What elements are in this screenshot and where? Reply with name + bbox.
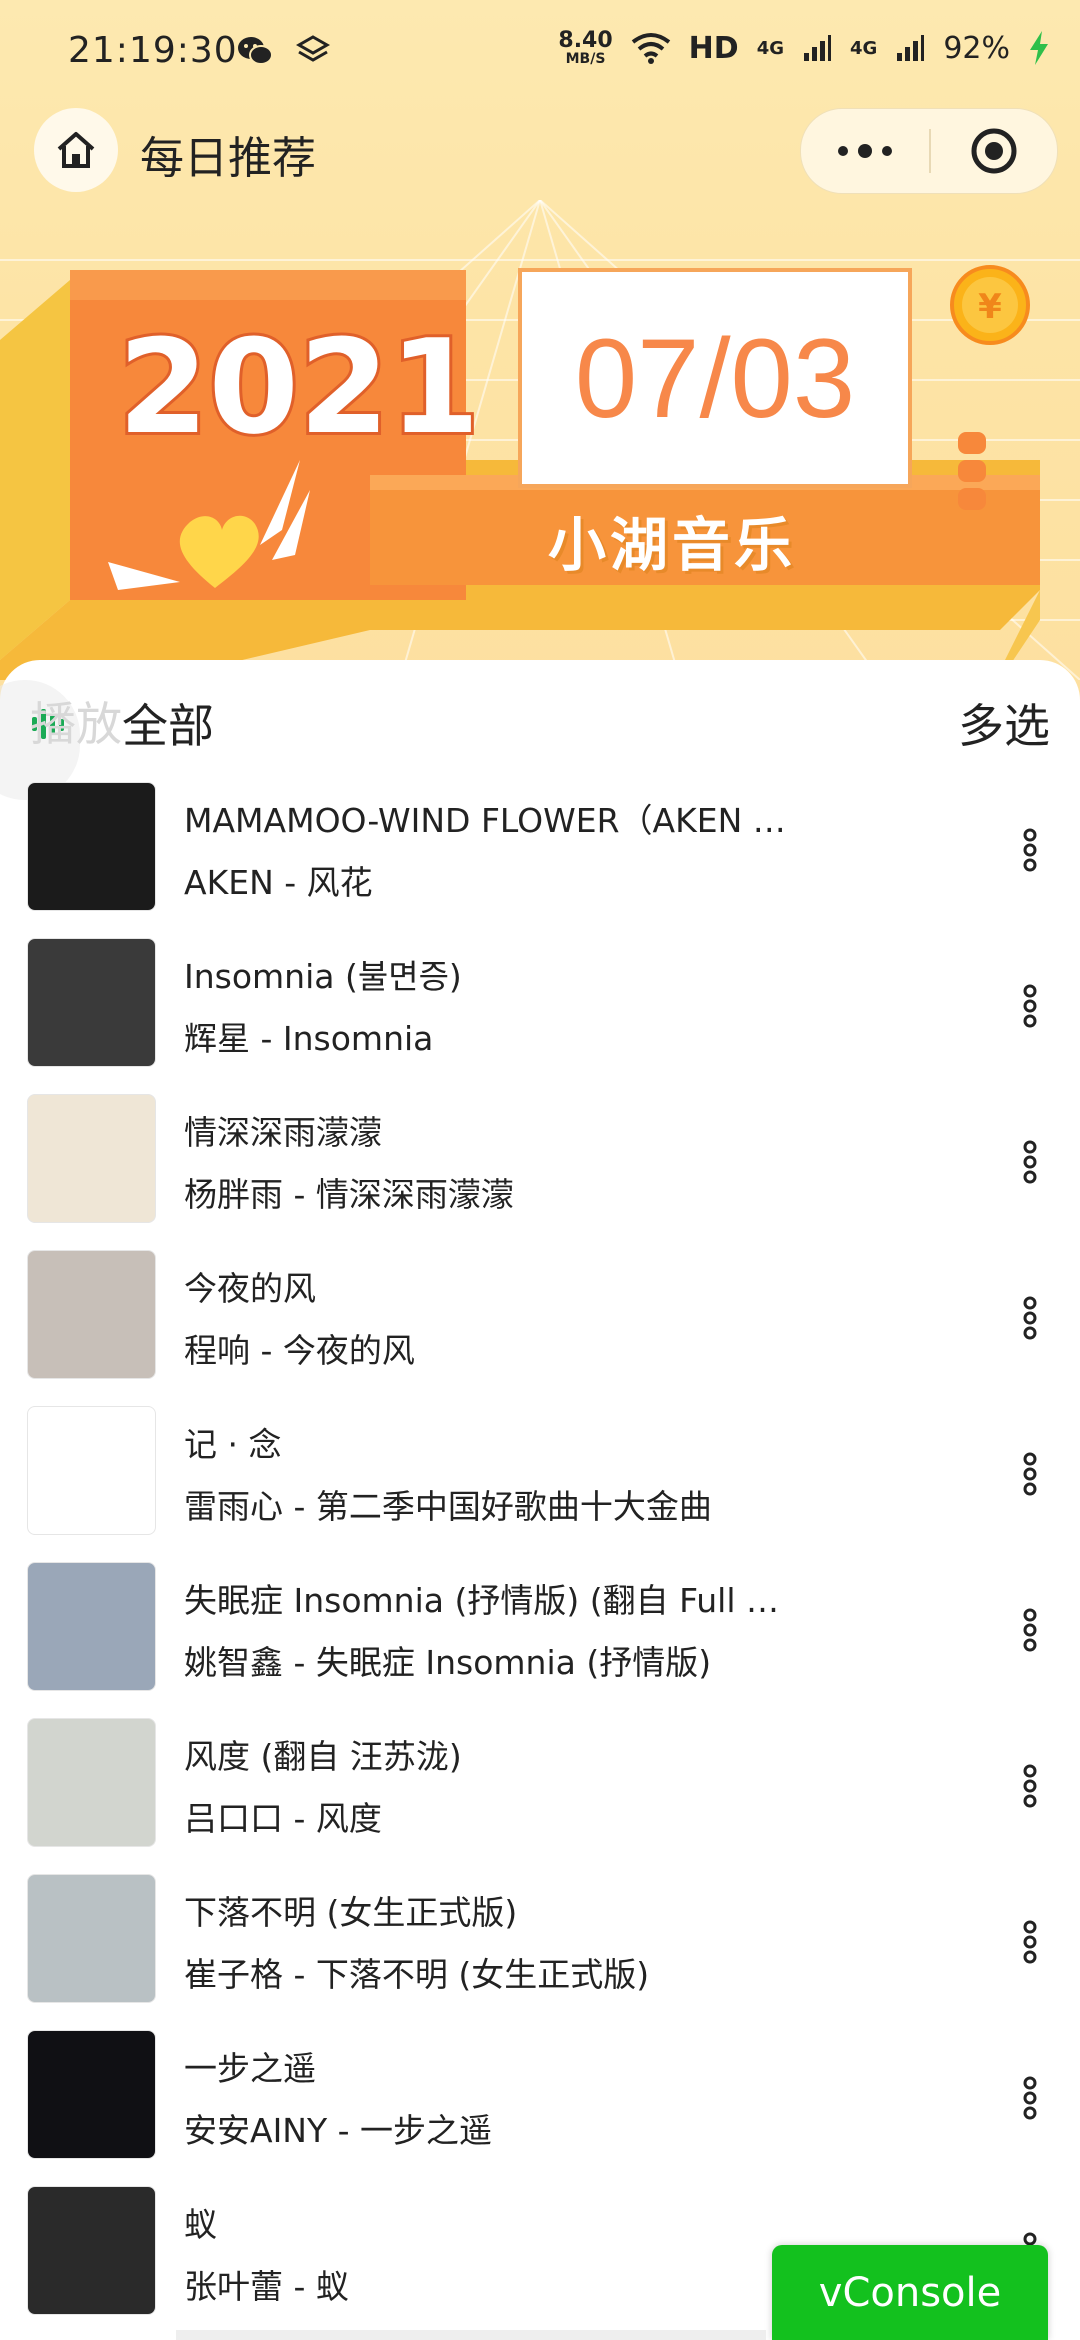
more-dots-icon <box>838 144 892 158</box>
battery-level: 92% <box>943 30 1010 66</box>
song-artist-album: 吕口口 - 风度 <box>184 1799 382 1838</box>
song-item[interactable]: 情深深雨濛濛杨胖雨 - 情深深雨濛濛 <box>0 1084 1080 1240</box>
album-cover <box>27 938 156 1067</box>
song-title: 记 · 念 <box>184 1425 282 1464</box>
song-list-panel: 播放 全部 多选 MAMAMOO-WIND FLOWER（AKEN … AKEN … <box>0 660 1080 2340</box>
song-more-button[interactable] <box>1000 966 1060 1046</box>
song-title: 下落不明 (女生正式版) <box>184 1893 518 1932</box>
album-cover <box>27 1874 156 2003</box>
list-toolbar: 播放 全部 多选 <box>0 680 1080 800</box>
song-artist-album: AKEN - 风花 <box>184 863 373 902</box>
song-list: MAMAMOO-WIND FLOWER（AKEN … AKEN - 风花 Insom… <box>0 772 1080 2332</box>
vertical-dots-icon <box>1023 1452 1037 1496</box>
song-title: 失眠症 Insomnia (抒情版) (翻自 Full … <box>184 1581 779 1620</box>
song-artist-album: 辉星 - Insomnia <box>184 1019 434 1058</box>
bottom-indicator-strip <box>176 2330 766 2340</box>
song-item[interactable]: 记 · 念雷雨心 - 第二季中国好歌曲十大金曲 <box>0 1396 1080 1552</box>
vertical-dots-icon <box>1023 984 1037 1028</box>
song-more-button[interactable] <box>1000 1122 1060 1202</box>
vertical-dots-icon <box>1023 1764 1037 1808</box>
song-more-button[interactable] <box>1000 810 1060 890</box>
status-bar: 21:19:30 8.40 MB/S HD 4G 4G 92% <box>0 0 1080 100</box>
song-more-button[interactable] <box>1000 1278 1060 1358</box>
song-item[interactable]: 风度 (翻自 汪苏泷) 吕口口 - 风度 <box>0 1708 1080 1864</box>
song-title: 情深深雨濛濛 <box>184 1113 382 1152</box>
vertical-dots-icon <box>1023 1608 1037 1652</box>
signal-icon-2 <box>897 35 925 61</box>
year-text: 2021 <box>118 311 480 463</box>
status-right-icons: 8.40 MB/S HD 4G 4G 92% <box>558 30 1050 66</box>
song-artist-album: 安安AINY - 一步之遥 <box>184 2111 493 2150</box>
song-artist-album: 杨胖雨 - 情深深雨濛濛 <box>184 1175 514 1214</box>
nav-bar: 每日推荐 <box>0 104 1080 196</box>
album-cover <box>27 2030 156 2159</box>
close-miniprogram-button[interactable] <box>931 109 1057 193</box>
vertical-dots-icon <box>1023 2076 1037 2120</box>
album-cover <box>27 1562 156 1691</box>
miniprogram-capsule <box>800 108 1058 194</box>
multi-select-button[interactable]: 多选 <box>958 690 1050 756</box>
vconsole-button[interactable]: vConsole <box>772 2245 1048 2340</box>
vertical-dots-icon <box>1023 1920 1037 1964</box>
song-title: MAMAMOO-WIND FLOWER（AKEN … <box>184 801 784 840</box>
vertical-dots-icon <box>1023 1296 1037 1340</box>
song-title: 今夜的风 <box>184 1269 316 1308</box>
status-time: 21:19:30 <box>68 30 238 71</box>
album-cover <box>27 1406 156 1535</box>
home-icon <box>57 132 95 168</box>
layers-icon <box>296 35 330 62</box>
song-artist-album: 崔子格 - 下落不明 (女生正式版) <box>184 1955 650 1994</box>
song-title: 一步之遥 <box>184 2049 316 2088</box>
network-type-2: 4G <box>850 37 878 59</box>
more-menu-button[interactable] <box>801 109 929 193</box>
song-title: 蚁 <box>184 2205 217 2244</box>
vertical-dots-icon <box>1023 828 1037 872</box>
play-ghost-label: 播放 <box>30 697 122 751</box>
album-cover <box>27 1250 156 1379</box>
page-title: 每日推荐 <box>140 133 316 184</box>
song-more-button[interactable] <box>1000 1902 1060 1982</box>
hd-indicator: HD <box>688 30 739 66</box>
song-item[interactable]: 一步之遥安安AINY - 一步之遥 <box>0 2020 1080 2176</box>
daily-banner: 2021 ¥ 07/03 小湖音乐 <box>0 260 1080 680</box>
target-close-icon <box>971 128 1017 174</box>
album-cover <box>27 2186 156 2315</box>
song-title: 风度 (翻自 汪苏泷) <box>184 1737 462 1776</box>
album-cover <box>27 1718 156 1847</box>
song-artist-album: 雷雨心 - 第二季中国好歌曲十大金曲 <box>184 1487 712 1526</box>
song-artist-album: 程响 - 今夜的风 <box>184 1331 415 1370</box>
song-item[interactable]: 今夜的风程响 - 今夜的风 <box>0 1240 1080 1396</box>
song-title: Insomnia (불면증) <box>184 957 462 996</box>
date-text: 07/03 <box>574 315 856 441</box>
song-more-button[interactable] <box>1000 1434 1060 1514</box>
song-item[interactable]: Insomnia (불면증) 辉星 - Insomnia <box>0 928 1080 1084</box>
song-more-button[interactable] <box>1000 2058 1060 2138</box>
network-speed: 8.40 MB/S <box>558 28 613 67</box>
song-item[interactable]: 失眠症 Insomnia (抒情版) (翻自 Full … 姚智鑫 - 失眠症 I… <box>0 1552 1080 1708</box>
signal-icon-1 <box>804 35 831 61</box>
play-all-button[interactable]: 播放 全部 <box>30 690 214 756</box>
song-item[interactable]: 下落不明 (女生正式版) 崔子格 - 下落不明 (女生正式版) <box>0 1864 1080 2020</box>
play-all-label: 全部 <box>122 699 214 753</box>
coin-symbol: ¥ <box>978 287 1002 327</box>
wifi-icon <box>631 33 670 64</box>
album-cover <box>27 782 156 911</box>
wechat-icon <box>238 37 273 65</box>
date-box: 07/03 <box>518 268 912 488</box>
album-cover <box>27 1094 156 1223</box>
song-more-button[interactable] <box>1000 1746 1060 1826</box>
home-button[interactable] <box>34 108 118 192</box>
brand-text: 小湖音乐 <box>548 511 797 579</box>
song-more-button[interactable] <box>1000 1590 1060 1670</box>
song-item[interactable]: MAMAMOO-WIND FLOWER（AKEN … AKEN - 风花 <box>0 772 1080 928</box>
song-artist-album: 姚智鑫 - 失眠症 Insomnia (抒情版) <box>184 1643 712 1682</box>
status-left-icons <box>236 34 330 68</box>
network-type-1: 4G <box>756 37 784 59</box>
vertical-dots-icon <box>1023 1140 1037 1184</box>
charging-icon <box>1030 31 1048 65</box>
